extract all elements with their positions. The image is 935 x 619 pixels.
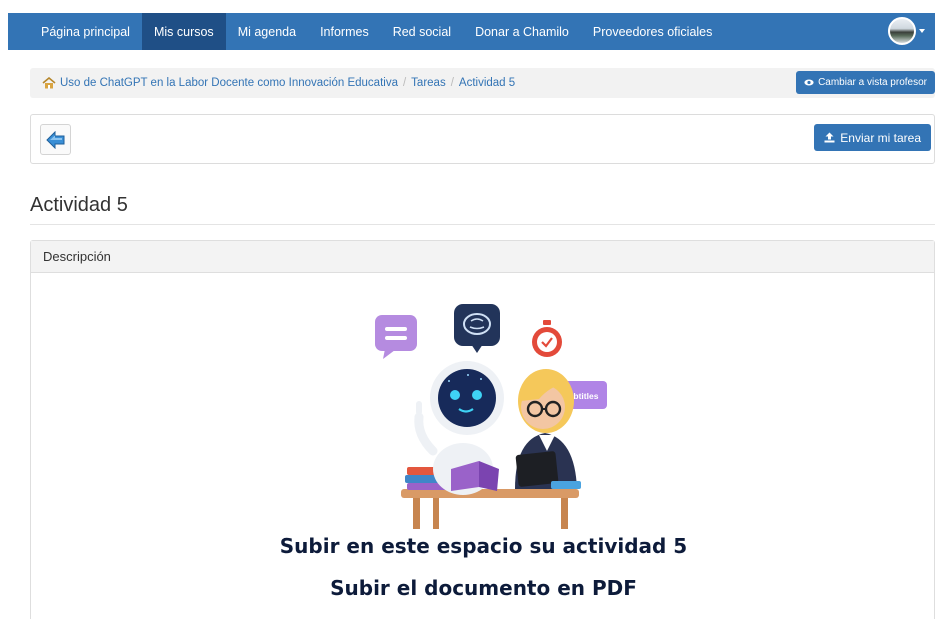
breadcrumb-separator: /: [402, 77, 407, 89]
switch-view-label: Cambiar a vista profesor: [818, 77, 927, 88]
panel-heading: Descripción: [31, 241, 934, 273]
avatar[interactable]: [888, 17, 916, 45]
breadcrumb-separator: /: [450, 77, 454, 89]
navbar-bar: Página principal Mis cursos Mi agenda In…: [8, 13, 935, 50]
robot-teacher-illustration: Subtitles: [375, 304, 607, 529]
instruction-line-2: Subir el documento en PDF: [330, 576, 637, 600]
user-menu[interactable]: [888, 17, 925, 45]
nav-item-official-providers[interactable]: Proveedores oficiales: [581, 13, 725, 50]
nav-item-my-courses[interactable]: Mis cursos: [141, 13, 226, 50]
back-arrow-icon: [45, 130, 64, 149]
chevron-down-icon: [919, 29, 925, 33]
page-title: Actividad 5: [30, 194, 128, 216]
breadcrumb-activity-link[interactable]: Actividad 5: [459, 77, 515, 89]
divider: [30, 224, 935, 225]
nav-item-social-network[interactable]: Red social: [381, 13, 463, 50]
nav-item-donate[interactable]: Donar a Chamilo: [463, 13, 581, 50]
breadcrumb-assignments-link[interactable]: Tareas: [411, 77, 446, 89]
back-button[interactable]: [40, 124, 71, 155]
breadcrumb: Uso de ChatGPT en la Labor Docente como …: [30, 68, 935, 98]
switch-to-teacher-view-button[interactable]: Cambiar a vista profesor: [796, 71, 935, 94]
eye-icon: [804, 79, 814, 86]
submit-assignment-button[interactable]: Enviar mi tarea: [814, 124, 931, 151]
submit-assignment-label: Enviar mi tarea: [840, 130, 921, 145]
nav-item-home[interactable]: Página principal: [8, 13, 142, 50]
nav-item-agenda[interactable]: Mi agenda: [226, 13, 308, 50]
nav-item-reports[interactable]: Informes: [308, 13, 381, 50]
home-icon: [42, 77, 56, 89]
upload-icon: [824, 132, 835, 143]
description-panel: Descripción Subtitles Subir en este espa…: [30, 240, 935, 619]
instruction-line-1: Subir en este espacio su actividad 5: [279, 534, 688, 558]
breadcrumb-course-link[interactable]: Uso de ChatGPT en la Labor Docente como …: [60, 77, 398, 89]
action-toolbar: Enviar mi tarea: [30, 114, 935, 164]
top-navbar: Página principal Mis cursos Mi agenda In…: [0, 0, 935, 62]
